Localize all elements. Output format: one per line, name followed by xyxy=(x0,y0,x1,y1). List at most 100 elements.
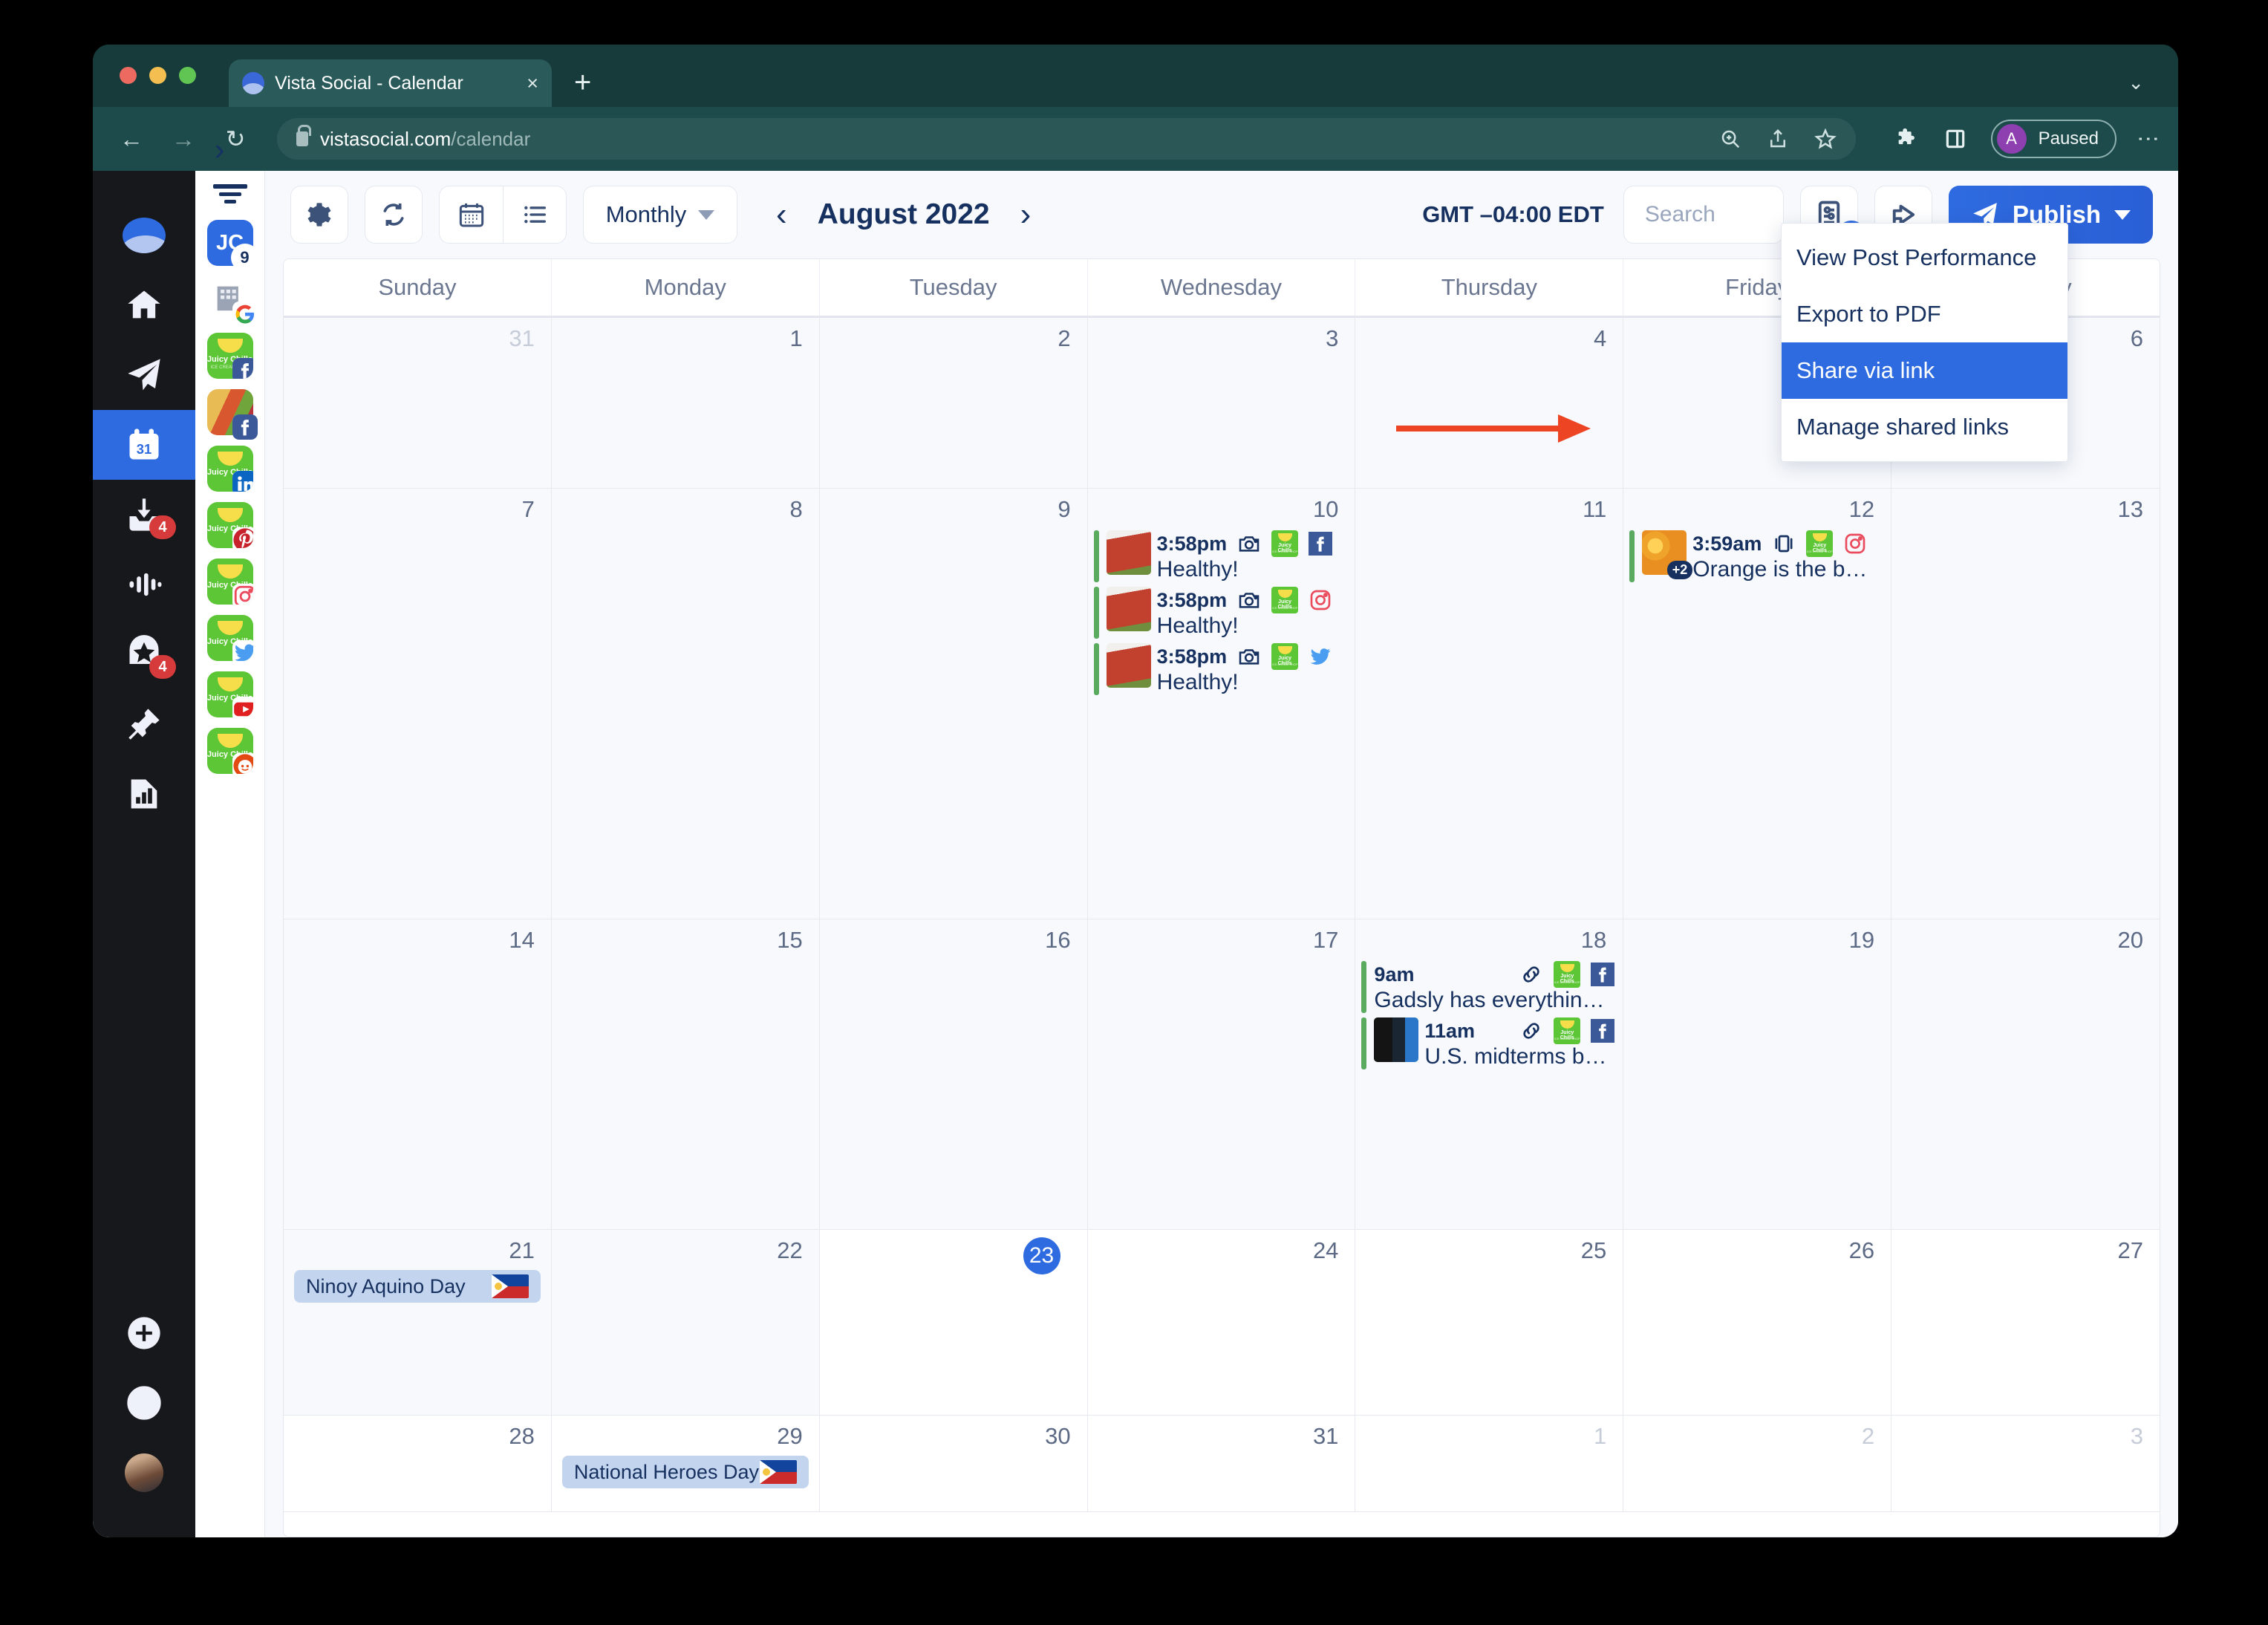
profile-avatar-instagram[interactable]: Juicy Chills xyxy=(206,559,253,605)
event-time: 3:58pm xyxy=(1156,532,1228,555)
calendar-day-cell[interactable]: 18 9am Juicy Chills ICE CREAM SHOP Gadsl… xyxy=(1355,919,1624,1229)
calendar-day-cell[interactable]: 19 xyxy=(1623,919,1892,1229)
calendar-event[interactable]: 11am Juicy Chills ICE CREAM SHOP U.S. mid… xyxy=(1355,1017,1623,1074)
close-tab-icon[interactable]: × xyxy=(527,73,538,94)
sidebar-item-inbox[interactable]: 4 xyxy=(93,480,195,550)
sidebar-item-home[interactable] xyxy=(93,270,195,340)
menu-item-share-via-link[interactable]: Share via link xyxy=(1782,342,2067,399)
calendar-day-cell[interactable]: 3 xyxy=(1891,1416,2160,1511)
forward-icon[interactable]: → xyxy=(167,127,200,151)
prev-month-button[interactable]: ‹ xyxy=(760,198,804,231)
sidebar-item-pin[interactable] xyxy=(93,689,195,759)
profile-avatar-youtube[interactable]: Juicy Chills xyxy=(206,671,253,717)
calendar-day-cell[interactable]: 9 xyxy=(819,489,1088,919)
list-view-button[interactable] xyxy=(503,186,567,244)
browser-tab[interactable]: Vista Social - Calendar × xyxy=(229,59,552,107)
calendar-day-cell[interactable]: 30 xyxy=(819,1416,1088,1511)
calendar-day-cell[interactable]: 13 xyxy=(1891,489,2160,919)
calendar-day-cell[interactable]: 11 xyxy=(1355,489,1624,919)
view-toggle-group[interactable] xyxy=(439,186,567,244)
profile-avatar-twitter[interactable]: Juicy Chills xyxy=(206,615,253,661)
photo-icon xyxy=(1236,644,1262,669)
calendar-day-cell[interactable]: 14 xyxy=(284,919,552,1229)
view-mode-select[interactable]: Monthly xyxy=(583,186,737,244)
menu-item-view-post-performance[interactable]: View Post Performance xyxy=(1782,229,2067,286)
calendar-day-cell[interactable]: 8 xyxy=(551,489,820,919)
profile-avatar-facebook-2[interactable] xyxy=(206,389,258,440)
back-icon[interactable]: ← xyxy=(115,127,148,151)
expand-rail-chevron-icon[interactable]: › xyxy=(215,135,224,165)
share-icon[interactable] xyxy=(1767,128,1789,150)
sidebar-item-account[interactable] xyxy=(93,1438,195,1508)
sidebar-item-help[interactable] xyxy=(93,1368,195,1438)
profile-avatar-linkedin[interactable]: Juicy Chills xyxy=(206,446,253,492)
chevron-down-icon[interactable]: ⌄ xyxy=(2128,71,2144,94)
maximize-window-button[interactable] xyxy=(179,67,196,84)
calendar-day-cell[interactable]: 16 xyxy=(819,919,1088,1229)
calendar-day-cell[interactable]: 24 xyxy=(1087,1230,1356,1415)
calendar-day-cell[interactable]: 12 +2 3:59am Juicy Chills ICE CREAM SHOP… xyxy=(1623,489,1892,919)
next-month-button[interactable]: › xyxy=(1004,198,1048,231)
sidebar-item-reports[interactable] xyxy=(93,759,195,829)
profile-avatar-reddit[interactable]: Juicy Chills xyxy=(206,728,253,774)
share-dropdown-menu[interactable]: View Post Performance Export to PDF Shar… xyxy=(1781,223,2068,462)
sidebar-item-calendar[interactable]: 31 xyxy=(93,410,195,480)
calendar-day-cell[interactable]: 22 xyxy=(551,1230,820,1415)
holiday-event[interactable]: Ninoy Aquino Day xyxy=(294,1270,541,1303)
holiday-event[interactable]: National Heroes Day xyxy=(561,1456,809,1488)
extensions-puzzle-icon[interactable] xyxy=(1894,126,1920,152)
chrome-profile-button[interactable]: A Paused xyxy=(1990,120,2117,158)
calendar-event[interactable]: 9am Juicy Chills ICE CREAM SHOP Gadsly ha… xyxy=(1355,961,1623,1017)
calendar-day-cell[interactable]: 31 xyxy=(284,318,552,488)
calendar-event[interactable]: 3:58pm Juicy Chills ICE CREAM SHOP Health… xyxy=(1088,587,1355,643)
chrome-menu-icon[interactable]: ⋮ xyxy=(2136,128,2160,150)
calendar-day-cell-today[interactable]: 23 xyxy=(819,1230,1088,1415)
minimize-window-button[interactable] xyxy=(149,67,166,84)
calendar-day-cell[interactable]: 1 xyxy=(1355,1416,1624,1511)
calendar-day-cell[interactable]: 2 xyxy=(1623,1416,1892,1511)
profile-avatar-facebook-1[interactable]: Juicy Chills ICE CREAM SHOP xyxy=(206,333,253,379)
sidebar-item-listening[interactable] xyxy=(93,550,195,619)
calendar-day-cell[interactable]: 10 3:58pm Juicy Chills ICE CREAM SHOP He… xyxy=(1087,489,1356,919)
side-panel-icon[interactable] xyxy=(1943,127,1967,151)
calendar-day-cell[interactable]: 26 xyxy=(1623,1230,1892,1415)
calendar-day-cell[interactable]: 20 xyxy=(1891,919,2160,1229)
new-tab-button[interactable]: + xyxy=(574,68,591,97)
settings-button[interactable] xyxy=(290,186,348,244)
menu-item-export-to-pdf[interactable]: Export to PDF xyxy=(1782,286,2067,342)
calendar-event[interactable]: 3:58pm Juicy Chills ICE CREAM SHOP Health… xyxy=(1088,530,1355,587)
profile-avatar-google[interactable] xyxy=(206,276,258,327)
calendar-day-cell[interactable]: 21 Ninoy Aquino Day xyxy=(284,1230,552,1415)
calendar-day-cell[interactable]: 31 xyxy=(1087,1416,1356,1511)
filter-icon[interactable] xyxy=(212,184,249,203)
calendar-day-cell[interactable]: 3 xyxy=(1087,318,1356,488)
profile-group-avatar[interactable]: JC 9 xyxy=(206,220,259,272)
sidebar-item-reviews[interactable]: 4 xyxy=(93,619,195,689)
window-traffic-lights[interactable] xyxy=(120,67,196,84)
refresh-button[interactable] xyxy=(365,186,423,244)
calendar-day-cell[interactable]: 29 National Heroes Day xyxy=(551,1416,820,1511)
day-number: 14 xyxy=(509,927,535,953)
zoom-icon[interactable] xyxy=(1719,128,1741,150)
menu-item-manage-shared-links[interactable]: Manage shared links xyxy=(1782,399,2067,455)
close-window-button[interactable] xyxy=(120,67,137,84)
calendar-view-button[interactable] xyxy=(439,186,503,244)
calendar-day-cell[interactable]: 28 xyxy=(284,1416,552,1511)
calendar-day-cell[interactable]: 1 xyxy=(551,318,820,488)
sidebar-item-publish[interactable] xyxy=(93,340,195,410)
calendar-day-cell[interactable]: 15 xyxy=(551,919,820,1229)
sidebar-item-logo[interactable] xyxy=(93,201,195,270)
calendar-day-cell[interactable]: 25 xyxy=(1355,1230,1624,1415)
calendar-event[interactable]: +2 3:59am Juicy Chills ICE CREAM SHOP Or… xyxy=(1623,530,1891,587)
calendar-day-cell[interactable]: 17 xyxy=(1087,919,1356,1229)
sidebar-item-add[interactable] xyxy=(93,1298,195,1368)
calendar-day-cell[interactable]: 4 xyxy=(1355,318,1624,488)
profile-avatar-pinterest[interactable]: Juicy Chills xyxy=(206,502,253,548)
address-bar[interactable]: vistasocial.com/calendar xyxy=(277,118,1856,160)
calendar-day-cell[interactable]: 2 xyxy=(819,318,1088,488)
calendar-day-cell[interactable]: 27 xyxy=(1891,1230,2160,1415)
search-input[interactable]: Search xyxy=(1623,186,1784,244)
bookmark-star-icon[interactable] xyxy=(1814,128,1837,150)
calendar-day-cell[interactable]: 7 xyxy=(284,489,552,919)
calendar-event[interactable]: 3:58pm Juicy Chills ICE CREAM SHOP Health… xyxy=(1088,643,1355,700)
